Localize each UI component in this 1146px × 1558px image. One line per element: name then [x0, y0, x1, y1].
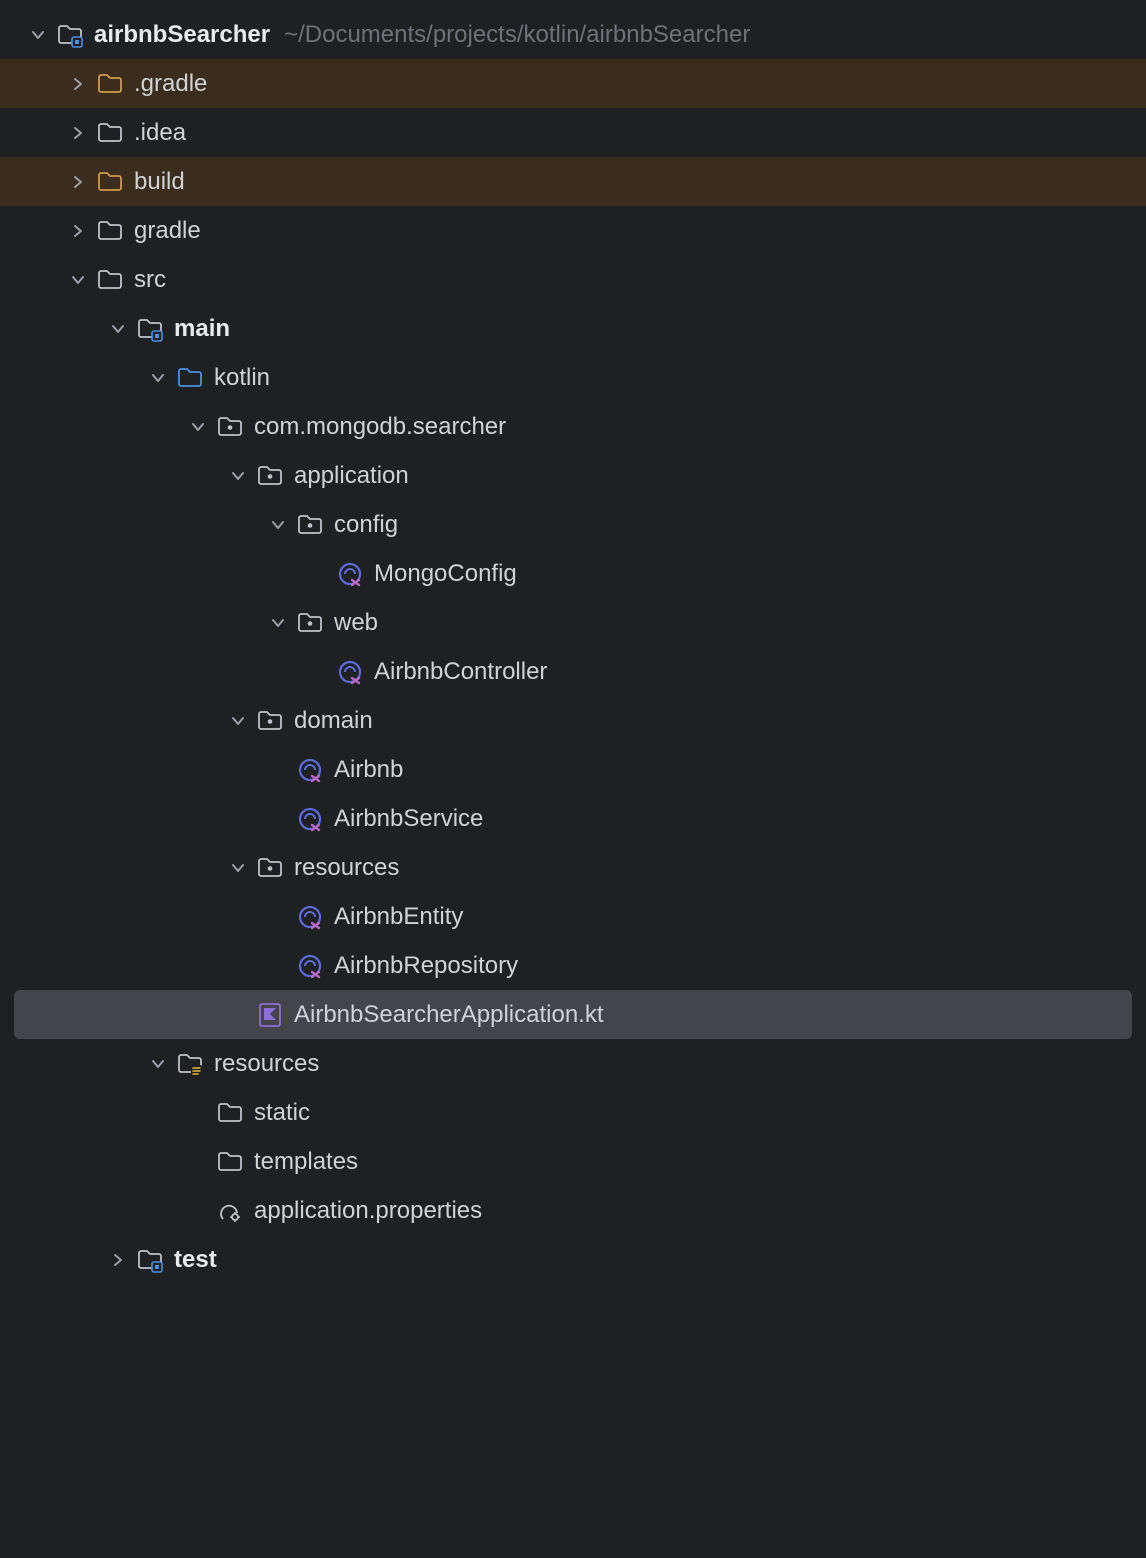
resources-folder-icon — [176, 1050, 204, 1078]
tree-item-label: Airbnb — [334, 756, 403, 784]
folder-orange-icon — [96, 70, 124, 98]
tree-item-label: templates — [254, 1148, 358, 1176]
module-folder-icon — [136, 1246, 164, 1274]
tree-item-label: build — [134, 168, 185, 196]
tree-row[interactable]: domain — [0, 696, 1146, 745]
tree-row[interactable]: config — [0, 500, 1146, 549]
chevron-right-icon[interactable] — [68, 172, 88, 192]
tree-item-label: resources — [294, 854, 399, 882]
chevron-down-icon[interactable] — [228, 858, 248, 878]
tree-row[interactable]: resources — [0, 1039, 1146, 1088]
tree-row[interactable]: AirbnbRepository — [0, 941, 1146, 990]
tree-item-label: domain — [294, 707, 373, 735]
package-icon — [296, 609, 324, 637]
tree-item-label: application.properties — [254, 1197, 482, 1225]
folder-icon — [96, 119, 124, 147]
tree-row[interactable]: Airbnb — [0, 745, 1146, 794]
module-folder-icon — [56, 21, 84, 49]
tree-row[interactable]: com.mongodb.searcher — [0, 402, 1146, 451]
properties-icon — [216, 1197, 244, 1225]
tree-item-label: gradle — [134, 217, 201, 245]
tree-item-label: web — [334, 609, 378, 637]
tree-item-label: .gradle — [134, 70, 207, 98]
module-folder-icon — [136, 315, 164, 343]
folder-icon — [216, 1099, 244, 1127]
chevron-down-icon[interactable] — [188, 417, 208, 437]
kotlin-class-icon — [296, 805, 324, 833]
kotlin-class-icon — [336, 560, 364, 588]
folder-icon — [96, 217, 124, 245]
package-icon — [296, 511, 324, 539]
kotlin-class-icon — [296, 952, 324, 980]
package-icon — [256, 707, 284, 735]
project-tree[interactable]: airbnbSearcher ~/Documents/projects/kotli… — [0, 10, 1146, 1284]
kotlin-class-icon — [296, 756, 324, 784]
kotlin-class-icon — [336, 658, 364, 686]
chevron-down-icon[interactable] — [108, 319, 128, 339]
tree-item-label: AirbnbEntity — [334, 903, 463, 931]
tree-item-path: ~/Documents/projects/kotlin/airbnbSearch… — [284, 21, 750, 49]
chevron-right-icon[interactable] — [108, 1250, 128, 1270]
chevron-down-icon[interactable] — [148, 1054, 168, 1074]
tree-item-label: MongoConfig — [374, 560, 517, 588]
tree-row[interactable]: build — [0, 157, 1146, 206]
tree-row[interactable]: web — [0, 598, 1146, 647]
tree-item-label: AirbnbSearcherApplication.kt — [294, 1001, 604, 1029]
chevron-down-icon[interactable] — [268, 613, 288, 633]
kotlin-file-icon — [256, 1001, 284, 1029]
chevron-down-icon[interactable] — [148, 368, 168, 388]
tree-row[interactable]: test — [0, 1235, 1146, 1284]
tree-item-label: .idea — [134, 119, 186, 147]
tree-item-label: AirbnbController — [374, 658, 547, 686]
tree-item-label: main — [174, 315, 230, 343]
tree-item-label: src — [134, 266, 166, 294]
tree-item-label: AirbnbService — [334, 805, 483, 833]
tree-row[interactable]: .gradle — [0, 59, 1146, 108]
tree-row[interactable]: gradle — [0, 206, 1146, 255]
tree-item-label: kotlin — [214, 364, 270, 392]
tree-row[interactable]: resources — [0, 843, 1146, 892]
chevron-right-icon[interactable] — [68, 221, 88, 241]
chevron-down-icon[interactable] — [28, 25, 48, 45]
package-icon — [216, 413, 244, 441]
tree-row[interactable]: AirbnbEntity — [0, 892, 1146, 941]
chevron-down-icon[interactable] — [68, 270, 88, 290]
chevron-down-icon[interactable] — [228, 466, 248, 486]
folder-icon — [96, 266, 124, 294]
tree-item-label: static — [254, 1099, 310, 1127]
tree-row[interactable]: AirbnbController — [0, 647, 1146, 696]
tree-item-label: com.mongodb.searcher — [254, 413, 506, 441]
tree-item-label: test — [174, 1246, 217, 1274]
folder-icon — [216, 1148, 244, 1176]
tree-row[interactable]: kotlin — [0, 353, 1146, 402]
package-icon — [256, 854, 284, 882]
tree-row[interactable]: AirbnbSearcherApplication.kt — [14, 990, 1132, 1039]
folder-orange-icon — [96, 168, 124, 196]
tree-item-label: application — [294, 462, 409, 490]
chevron-right-icon[interactable] — [68, 74, 88, 94]
tree-row[interactable]: application — [0, 451, 1146, 500]
folder-blue-icon — [176, 364, 204, 392]
tree-item-label: resources — [214, 1050, 319, 1078]
tree-row[interactable]: static — [0, 1088, 1146, 1137]
tree-item-label: AirbnbRepository — [334, 952, 518, 980]
chevron-down-icon[interactable] — [228, 711, 248, 731]
tree-row[interactable]: airbnbSearcher ~/Documents/projects/kotli… — [0, 10, 1146, 59]
package-icon — [256, 462, 284, 490]
tree-row[interactable]: templates — [0, 1137, 1146, 1186]
tree-row[interactable]: src — [0, 255, 1146, 304]
tree-row[interactable]: .idea — [0, 108, 1146, 157]
chevron-down-icon[interactable] — [268, 515, 288, 535]
tree-row[interactable]: MongoConfig — [0, 549, 1146, 598]
tree-row[interactable]: application.properties — [0, 1186, 1146, 1235]
chevron-right-icon[interactable] — [68, 123, 88, 143]
tree-item-label: airbnbSearcher — [94, 21, 270, 49]
tree-row[interactable]: main — [0, 304, 1146, 353]
tree-item-label: config — [334, 511, 398, 539]
kotlin-class-icon — [296, 903, 324, 931]
tree-row[interactable]: AirbnbService — [0, 794, 1146, 843]
